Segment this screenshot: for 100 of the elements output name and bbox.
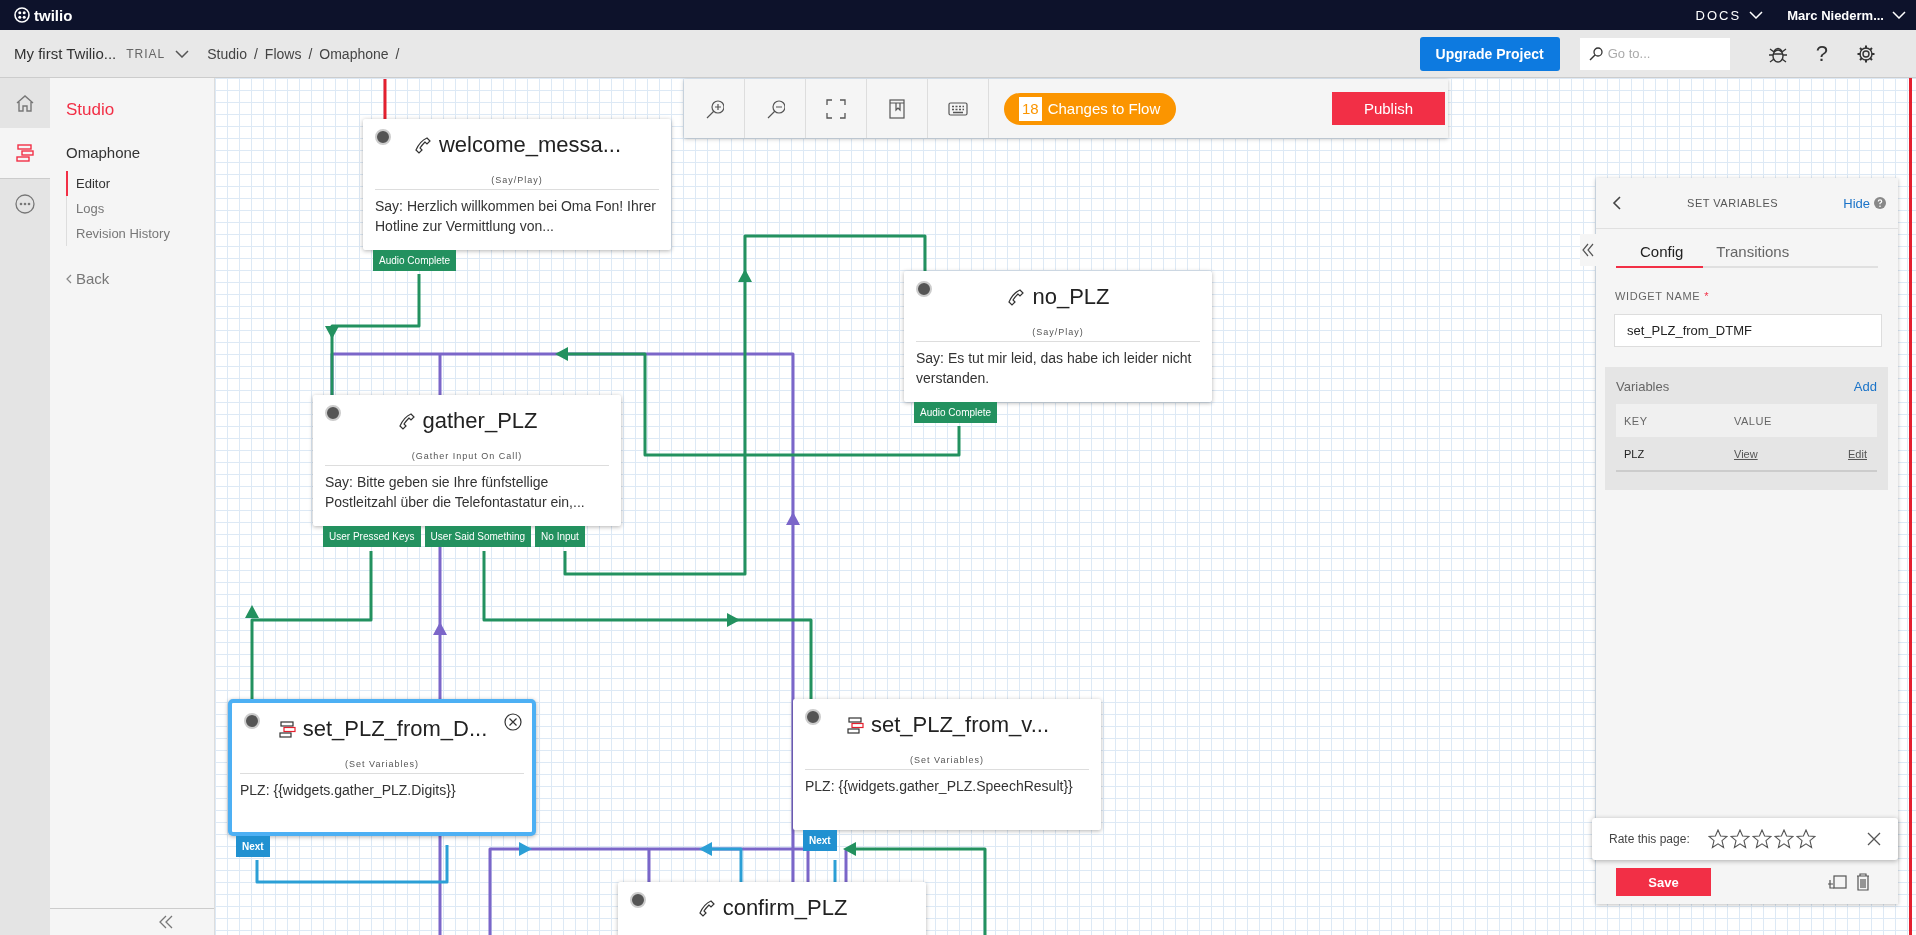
node-body: Say: Bitte geben sie Ihre fünfstellige Postleitzahl über die Telefontastatur ein,... [325,473,586,512]
fullscreen-icon[interactable] [826,98,846,119]
close-icon[interactable] [1867,832,1881,846]
section-title: Variables [1616,379,1670,394]
transition-tab[interactable]: User Pressed Keys [323,526,421,547]
chevron-down-icon [1892,11,1906,19]
port-dot[interactable] [916,281,932,297]
node-type: (Say/Play) [375,167,659,190]
breadcrumb-link[interactable]: Flows [264,45,302,62]
widget-name-field[interactable]: set_PLZ_from_DTMF [1614,314,1882,347]
home-icon [14,92,36,114]
chevron-down-icon [1749,11,1764,19]
node-type: (Say/Play) [916,319,1200,342]
view-link[interactable]: View [1734,447,1844,460]
section-title: Studio [66,100,116,120]
star-icon[interactable] [1751,829,1772,849]
port-dot[interactable] [375,129,391,145]
info-icon [1874,197,1886,209]
project-name[interactable]: My first Twilio... [14,45,117,62]
node-card[interactable]: set_PLZ_from_D... (Set Variables) PLZ: {{widgets.gather_PLZ.Digits}} [228,699,536,836]
close-icon[interactable] [504,713,522,731]
book-icon[interactable] [887,98,907,119]
breadcrumb-separator: / [308,45,313,62]
transition-tab[interactable]: Audio Complete [914,402,998,423]
port-dot[interactable] [244,713,260,729]
node-type: (Set Variables) [240,751,524,774]
search-field[interactable]: Go to... [1579,37,1730,70]
more-icon [14,193,36,215]
star-icon[interactable] [1729,829,1750,849]
collapse-icon[interactable] [158,915,174,929]
add-link[interactable]: Add [1853,379,1877,394]
star-icon[interactable] [1773,829,1794,849]
table-cell-text: PLZ [1624,447,1646,460]
rating-label: Rate this page: [1609,832,1690,846]
node-title: welcome_messa... [438,132,622,158]
flow-title: Omaphone [66,144,142,161]
changes-count: 18 [1019,96,1042,121]
node-title: gather_PLZ [422,408,538,434]
duplicate-icon[interactable] [1828,874,1848,890]
node-body: Say: Es tut mir leid, das habe ich leider nicht verstanden. [916,349,1193,388]
panel-tab[interactable]: Config [1616,239,1704,268]
node-title: no_PLZ [1032,284,1110,310]
node-type: (Gather Input On Call) [325,443,609,466]
node-card[interactable]: gather_PLZ (Gather Input On Call) Say: Bitte geben sie Ihre fünfstellige Postleitzahl über die Telefontastatur ein,... [313,395,621,526]
chevron-left-icon [66,273,72,284]
hide-link[interactable]: Hide [1843,195,1870,211]
zoom-out-icon[interactable] [765,98,785,119]
node-title: confirm_PLZ [722,895,848,921]
star-icon[interactable] [1795,829,1816,849]
node-body: Say: Herzlich willkommen bei Oma Fon! Ihrer Hotline zur Vermittlung von... [375,197,657,236]
collapse-icon[interactable] [1580,234,1596,266]
publish-button[interactable]: Publish [1332,92,1445,125]
transition-tab[interactable]: Next [803,830,837,851]
node-card[interactable]: set_PLZ_from_v... (Set Variables) PLZ: {{widgets.gather_PLZ.SpeechResult}} [793,699,1101,830]
phone-icon [396,411,417,431]
variables-icon [276,719,297,739]
logo-text: twilio [34,6,73,24]
transition-tab[interactable]: User Said Something [424,526,532,547]
node-type: (Set Variables) [805,747,1089,770]
node-card[interactable]: no_PLZ (Say/Play) Say: Es tut mir leid, das habe ich leider nicht verstanden. [904,271,1212,402]
phone-icon [412,135,433,155]
user-menu[interactable]: Marc Niederm... [1787,7,1884,23]
breadcrumb-link[interactable]: Studio [207,45,247,62]
nav-item[interactable]: Logs [66,196,214,221]
node-title: set_PLZ_from_D... [302,716,488,742]
changes-label: Changes to Flow [1047,100,1161,117]
zoom-in-icon[interactable] [704,98,724,119]
plan-label: TRIAL [126,46,166,61]
breadcrumb-link[interactable]: Omaphone [319,45,389,62]
edit-link[interactable]: Edit [1848,447,1867,460]
port-dot[interactable] [325,405,341,421]
transition-tab[interactable]: Next [236,836,270,857]
transition-tab[interactable]: Audio Complete [373,250,457,271]
node-title: set_PLZ_from_v... [870,712,1050,738]
node-card[interactable]: welcome_messa... (Say/Play) Say: Herzlich willkommen bei Oma Fon! Ihrer Hotline zur Vermittlung von... [363,119,671,250]
breadcrumb-separator: / [395,45,400,62]
trash-icon[interactable] [1856,873,1870,891]
phone-icon [696,898,717,918]
node-body: PLZ: {{widgets.gather_PLZ.Digits}} [240,781,457,800]
transition-tab[interactable]: No Input [535,526,585,547]
docs-link[interactable]: DOCS [1695,7,1742,23]
save-button[interactable]: Save [1616,868,1711,896]
help-button[interactable]: ? [1815,42,1828,65]
back-icon[interactable] [1612,195,1622,211]
panel-tab[interactable]: Transitions [1703,239,1802,266]
node-card[interactable]: confirm_PLZ [618,882,926,935]
upgrade-button[interactable]: Upgrade Project [1419,36,1560,71]
back-link[interactable]: Back [66,270,214,287]
column-header: KEY [1624,414,1649,427]
column-header: VALUE [1734,414,1773,427]
search-icon [1588,46,1603,61]
field-label: WIDGET NAME [1615,290,1701,302]
required-mark: * [1704,290,1710,302]
port-dot[interactable] [630,892,646,908]
settings-icon[interactable] [1856,43,1876,64]
breadcrumb-separator: / [253,45,258,62]
port-dot[interactable] [805,709,821,725]
star-icon[interactable] [1707,829,1728,849]
nav-item[interactable]: Revision History [66,221,214,246]
chevron-down-icon [175,49,190,58]
